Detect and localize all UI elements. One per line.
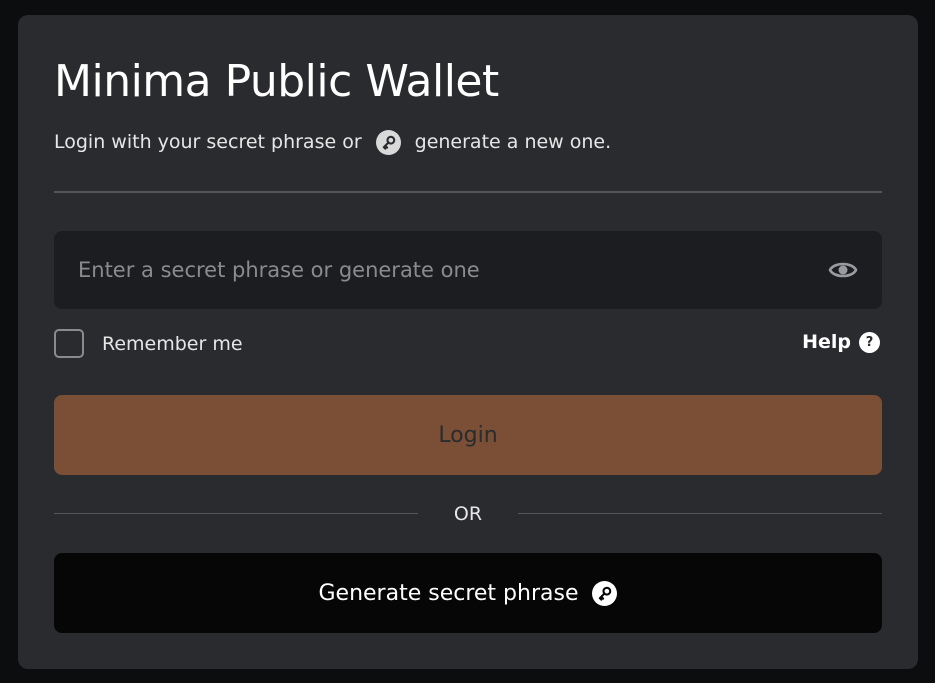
generate-secret-phrase-button[interactable]: Generate secret phrase (54, 553, 882, 633)
help-link[interactable]: Help ? (802, 331, 880, 353)
subtitle-text-after: generate a new one. (414, 131, 612, 153)
subtitle: Login with your secret phrase or generat… (54, 127, 611, 157)
remember-me-label: Remember me (102, 332, 243, 355)
eye-icon[interactable] (828, 257, 858, 283)
secret-phrase-field (54, 231, 882, 309)
key-icon (592, 580, 618, 606)
help-label: Help (802, 331, 851, 353)
header-divider (54, 191, 882, 193)
page-title: Minima Public Wallet (54, 56, 499, 107)
remember-me-toggle[interactable]: Remember me (54, 329, 243, 358)
login-button[interactable]: Login (54, 395, 882, 475)
remember-me-checkbox[interactable] (54, 329, 84, 358)
key-icon (375, 129, 401, 155)
login-card: Minima Public Wallet Login with your sec… (18, 15, 918, 669)
question-icon: ? (859, 331, 880, 353)
generate-button-label: Generate secret phrase (318, 580, 579, 606)
subtitle-text-before: Login with your secret phrase or (54, 131, 362, 153)
or-separator: OR (54, 501, 882, 527)
or-label: OR (453, 503, 483, 525)
secret-phrase-input[interactable] (54, 231, 814, 309)
separator-line-right (518, 513, 882, 514)
